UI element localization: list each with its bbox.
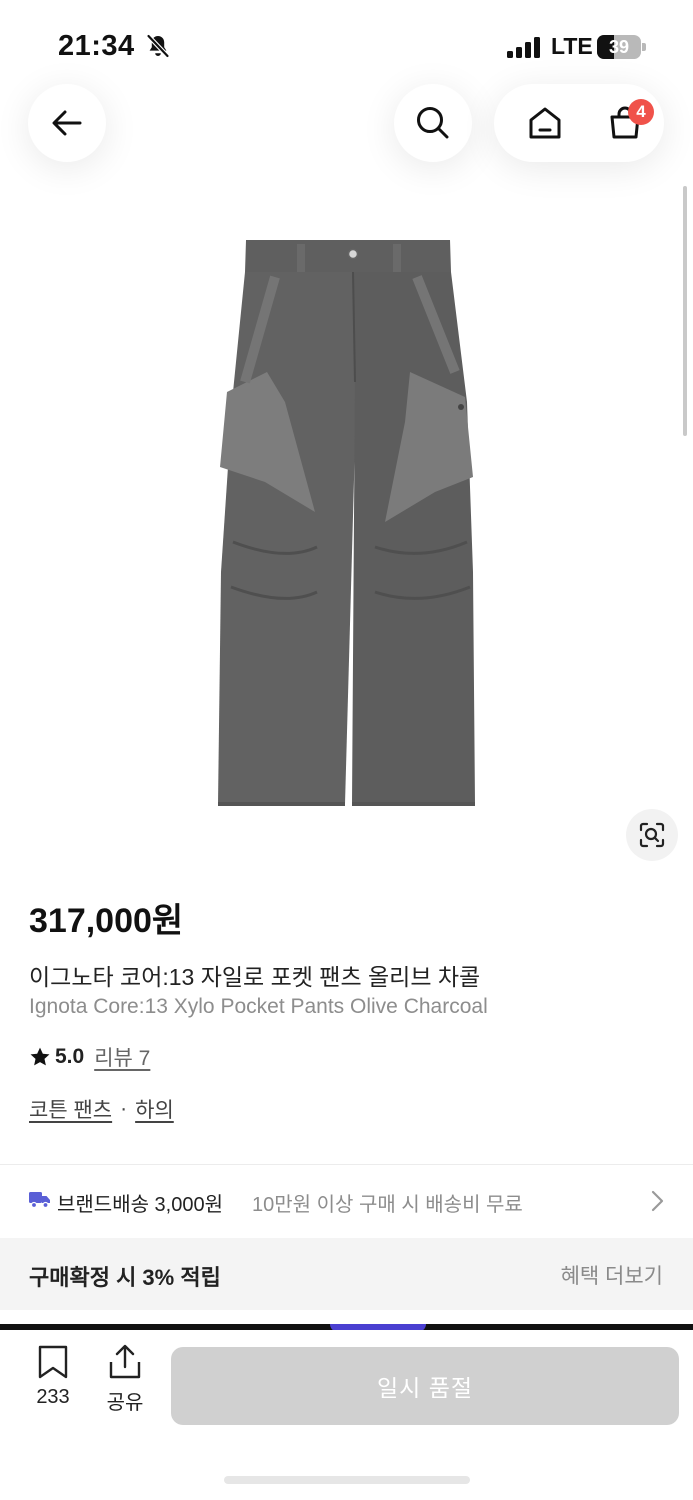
- visual-search-button[interactable]: [626, 809, 678, 861]
- bookmark-button[interactable]: 233: [24, 1344, 82, 1424]
- shipping-label: 브랜드배송 3,000원: [57, 1194, 224, 1216]
- benefit-row: 구매확정 시 3% 적립 혜택 더보기: [0, 1238, 693, 1310]
- product-name-korean: 이그노타 코어:13 자일로 포켓 팬츠 올리브 차콜: [29, 964, 481, 990]
- signal-icon: [507, 37, 540, 58]
- section-divider: [0, 1164, 693, 1165]
- cart-count-badge: 4: [628, 99, 654, 125]
- share-button[interactable]: 공유: [96, 1344, 154, 1424]
- chevron-right-icon: [651, 1190, 664, 1212]
- shipping-info-row[interactable]: 브랜드배송 3,000원 10만원 이상 구매 시 배송비 무료: [0, 1166, 693, 1236]
- truck-icon: [29, 1192, 50, 1208]
- category-breadcrumb: 코튼 팬츠 · 하의: [29, 1095, 174, 1123]
- status-time: 21:34: [58, 30, 135, 62]
- search-icon: [417, 107, 449, 139]
- shipping-note: 10만원 이상 구매 시 배송비 무료: [252, 1194, 523, 1216]
- benefit-title: 구매확정 시 3% 적립: [29, 1265, 221, 1290]
- category-link-cotton-pants[interactable]: 코튼 팬츠: [29, 1094, 112, 1124]
- next-section-peek: [0, 1310, 693, 1330]
- battery-level: 39: [608, 37, 630, 57]
- image-scroll-indicator[interactable]: [683, 186, 687, 436]
- home-button[interactable]: [506, 84, 584, 162]
- bell-off-icon: [146, 33, 170, 59]
- back-button[interactable]: [28, 84, 106, 162]
- home-indicator: [224, 1476, 470, 1484]
- back-arrow-icon: [52, 110, 82, 136]
- lens-icon: [639, 822, 665, 848]
- share-label: 공유: [106, 1392, 144, 1414]
- status-bar: 21:34 LTE 39: [0, 0, 693, 80]
- product-price: 317,000원: [29, 902, 184, 940]
- cart-button[interactable]: [586, 84, 664, 162]
- more-benefits-link[interactable]: 혜택 더보기: [561, 1260, 663, 1290]
- rating-row: 5.0 리뷰 7: [29, 1043, 150, 1071]
- search-button[interactable]: [394, 84, 472, 162]
- network-label: LTE: [551, 33, 593, 59]
- header-actions: 4: [494, 84, 664, 162]
- category-separator: ·: [120, 1097, 128, 1120]
- bookmark-icon: [38, 1345, 68, 1379]
- product-name-english: Ignota Core:13 Xylo Pocket Pants Olive C…: [29, 995, 488, 1018]
- product-image[interactable]: [205, 232, 490, 817]
- rating-value: 5.0: [55, 1045, 85, 1068]
- battery-indicator: 39: [597, 35, 647, 59]
- home-icon: [529, 107, 561, 139]
- bottom-action-bar: 233 공유 일시 품절: [0, 1330, 693, 1500]
- reviews-link[interactable]: 리뷰 7: [94, 1042, 150, 1072]
- category-link-bottoms[interactable]: 하의: [135, 1094, 174, 1124]
- sold-out-button[interactable]: 일시 품절: [171, 1347, 679, 1425]
- star-icon: [30, 1047, 50, 1066]
- share-icon: [109, 1344, 141, 1379]
- bookmark-count: 233: [36, 1386, 70, 1408]
